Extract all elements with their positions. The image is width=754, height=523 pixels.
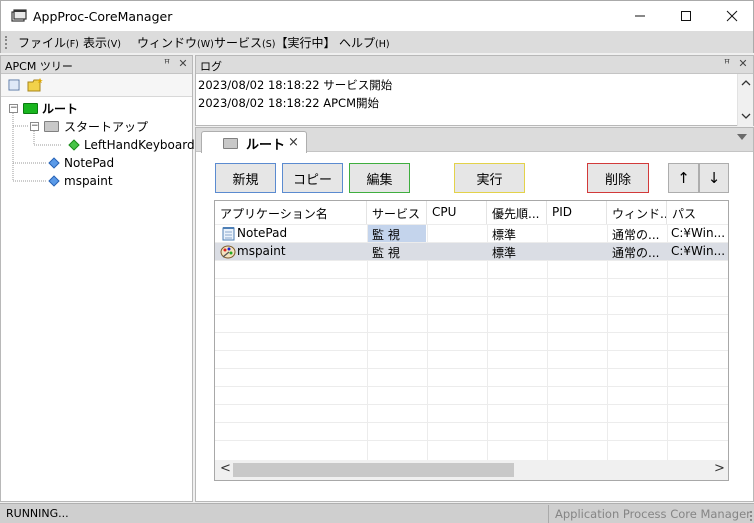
pin-icon[interactable]: ꟸ	[161, 57, 173, 71]
cell-service: 監 視	[372, 228, 400, 242]
log-pane-title: ログ	[200, 60, 222, 73]
menu-bar: ファイル(F) 表示(V) ウィンドウ(W) サービス(S)【実行中】 ヘルプ(…	[0, 31, 754, 53]
document-area: ルート × 新規 コピー 編集 実行 削除 ↑ ↓ アプリケーション名 サービス…	[195, 127, 754, 502]
tree-pane: APCM ツリー ꟸ ✕ − ルート − スタートアップ LeftHandKey…	[0, 55, 195, 502]
column-header-pid[interactable]: PID	[547, 201, 607, 224]
cell-path: C:¥Win...	[671, 226, 726, 240]
cell-priority: 標準	[492, 246, 517, 260]
minimize-button[interactable]	[617, 1, 663, 31]
scroll-down-icon[interactable]	[741, 112, 751, 120]
column-header-name[interactable]: アプリケーション名	[215, 201, 367, 224]
notepad-icon	[222, 227, 235, 241]
close-pane-icon[interactable]: ✕	[177, 57, 189, 71]
maximize-button[interactable]	[663, 1, 709, 31]
tab-root[interactable]: ルート ×	[201, 131, 307, 153]
cell-name: NotePad	[237, 226, 288, 240]
tree-node-label: NotePad	[64, 156, 115, 170]
move-up-button[interactable]: ↑	[668, 163, 699, 193]
column-header-priority[interactable]: 優先順...	[487, 201, 547, 224]
tab-list-dropdown-icon[interactable]	[737, 134, 747, 141]
cell-name: mspaint	[237, 244, 286, 258]
mspaint-icon	[220, 245, 236, 259]
menu-window[interactable]: ウィンドウ(W)	[137, 34, 214, 51]
folder-icon	[23, 102, 38, 114]
app-diamond-icon	[48, 175, 60, 187]
window-title: AppProc-CoreManager	[33, 9, 173, 24]
close-icon	[726, 10, 738, 22]
column-header-cpu[interactable]: CPU	[427, 201, 487, 224]
delete-button[interactable]: 削除	[587, 163, 649, 193]
tree-node-label: ルート	[42, 101, 79, 116]
scrollbar-thumb[interactable]	[233, 463, 514, 477]
app-diamond-icon	[48, 157, 60, 169]
log-line: 2023/08/02 18:18:22 サービス開始	[198, 78, 393, 92]
app-icon	[11, 9, 27, 22]
title-bar: AppProc-CoreManager	[0, 0, 754, 31]
new-folder-icon[interactable]	[27, 77, 45, 93]
cell-window: 通常の...	[612, 246, 660, 260]
status-app-name: Application Process Core Manager	[548, 505, 751, 523]
tree-node-lefthandkeyboard[interactable]: LeftHandKeyboard	[68, 136, 195, 154]
menu-file[interactable]: ファイル(F)	[18, 34, 79, 51]
tree-node-mspaint[interactable]: mspaint	[48, 172, 113, 190]
folder-icon	[44, 120, 59, 132]
tab-label: ルート	[246, 138, 286, 153]
resize-grip[interactable]	[744, 511, 752, 521]
tab-strip: ルート ×	[196, 128, 753, 153]
status-bar: RUNNING... Application Process Core Mana…	[0, 503, 754, 523]
minimize-icon	[635, 15, 645, 17]
scroll-right-icon[interactable]: >	[714, 461, 725, 476]
menu-view[interactable]: 表示(V)	[83, 34, 121, 51]
collapse-icon[interactable]: −	[30, 121, 39, 131]
log-line: 2023/08/02 18:18:22 APCM開始	[198, 96, 379, 110]
pin-icon[interactable]: ꟸ	[721, 57, 733, 71]
table-row-selected[interactable]: mspaint 監 視 標準 通常の... C:¥Win...	[215, 243, 728, 260]
folder-icon	[223, 138, 238, 149]
tree-pane-header: APCM ツリー ꟸ ✕	[1, 56, 192, 74]
column-header-window[interactable]: ウィンド...	[607, 201, 667, 224]
move-down-button[interactable]: ↓	[699, 163, 729, 193]
tree-node-notepad[interactable]: NotePad	[48, 154, 115, 172]
column-header-service[interactable]: サービス	[367, 201, 427, 224]
table-horizontal-scrollbar[interactable]: < >	[215, 460, 728, 480]
tree-toolbar	[1, 74, 192, 97]
log-scrollbar[interactable]	[737, 74, 753, 126]
column-header-path[interactable]: パス	[667, 201, 728, 224]
log-pane: ログ ꟸ ✕ 2023/08/02 18:18:22 サービス開始 2023/0…	[195, 55, 754, 126]
menu-service[interactable]: サービス(S)【実行中】	[214, 34, 335, 51]
tree-node-label: スタートアップ	[64, 119, 149, 134]
tree-node-startup[interactable]: − スタートアップ	[30, 117, 148, 135]
run-button[interactable]: 実行	[454, 163, 525, 193]
log-pane-header: ログ ꟸ ✕	[196, 56, 753, 74]
cell-window: 通常の...	[612, 228, 660, 242]
tree-node-label: mspaint	[64, 174, 113, 188]
table-row[interactable]: NotePad 監 視 標準 通常の... C:¥Win...	[215, 225, 728, 242]
scroll-left-icon[interactable]: <	[220, 461, 231, 476]
edit-button[interactable]: 編集	[349, 163, 410, 193]
tree-node-root[interactable]: − ルート	[9, 99, 78, 117]
collapse-icon[interactable]: −	[9, 103, 18, 113]
app-diamond-icon	[68, 139, 80, 151]
status-text: RUNNING...	[6, 507, 69, 520]
maximize-icon	[681, 11, 691, 21]
tab-close-icon[interactable]: ×	[288, 135, 299, 150]
copy-button[interactable]: コピー	[282, 163, 343, 193]
cell-priority: 標準	[492, 228, 517, 242]
tree-node-label: LeftHandKeyboard	[84, 138, 195, 152]
new-item-icon[interactable]	[7, 78, 21, 92]
tree-pane-title: APCM ツリー	[5, 60, 73, 73]
close-button[interactable]	[709, 1, 754, 31]
cell-path: C:¥Win...	[671, 244, 726, 258]
cell-service: 監 視	[372, 246, 400, 260]
menu-help[interactable]: ヘルプ(H)	[339, 34, 390, 51]
menu-grip[interactable]	[5, 36, 7, 49]
app-list-table: アプリケーション名 サービス CPU 優先順... PID ウィンド... パス	[214, 200, 729, 481]
close-pane-icon[interactable]: ✕	[737, 57, 749, 71]
scroll-up-icon[interactable]	[741, 79, 751, 87]
new-button[interactable]: 新規	[215, 163, 276, 193]
